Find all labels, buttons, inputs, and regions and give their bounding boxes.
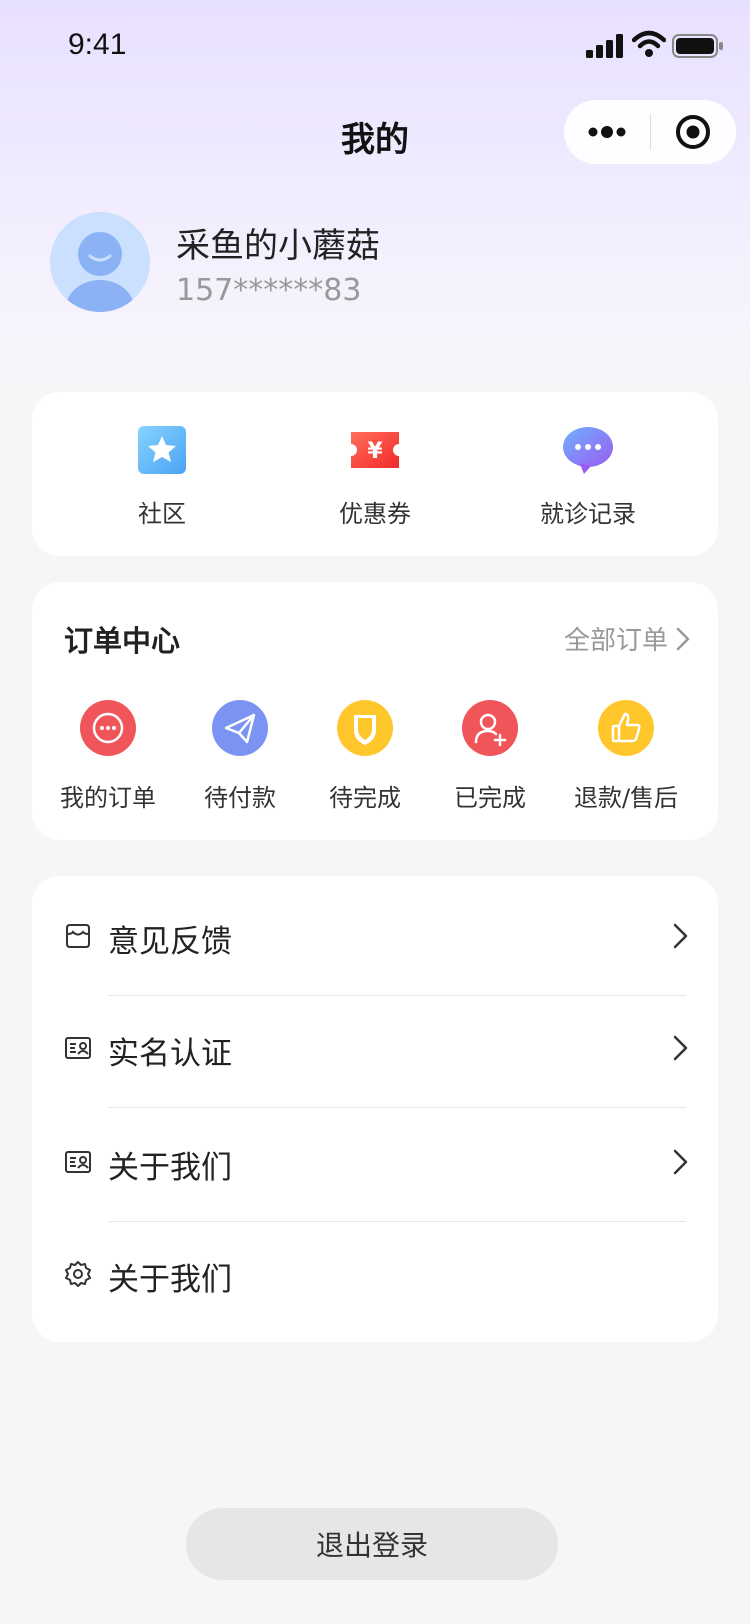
order-completed[interactable]: 已完成 [428, 700, 552, 813]
chevron-right-icon [673, 1035, 688, 1061]
order-center-title: 订单中心 [64, 624, 181, 658]
cellular-signal-icon [586, 34, 623, 58]
avatar-person-icon [66, 232, 134, 312]
order-my-orders[interactable]: 我的订单 [46, 700, 170, 813]
order-pending-payment[interactable]: 待付款 [178, 700, 302, 813]
quick-link-coupon[interactable]: ¥ 优惠券 [295, 424, 455, 529]
paper-plane-icon [212, 700, 268, 756]
message-icon [80, 700, 136, 756]
order-item-label: 待完成 [329, 784, 401, 812]
order-item-label: 我的订单 [60, 784, 156, 812]
menu-item-about-us-settings[interactable]: 关于我们 [32, 1216, 718, 1328]
close-miniprogram-button[interactable] [651, 100, 737, 164]
user-name: 采鱼的小蘑菇 [176, 226, 380, 266]
order-item-label: 待付款 [204, 784, 276, 812]
miniprogram-capsule [564, 100, 736, 164]
settings-gear-icon [65, 1261, 91, 1287]
order-to-complete[interactable]: 待完成 [303, 700, 427, 813]
coupon-yen-icon: ¥ [351, 432, 399, 468]
quick-link-label: 优惠券 [339, 500, 411, 528]
chevron-right-icon [676, 627, 690, 650]
order-center-card: 订单中心 全部订单 我的订单 待付款 待完成 已完成 退款/售后 [32, 582, 718, 840]
shield-icon [337, 700, 393, 756]
menu-item-label: 意见反馈 [108, 924, 232, 960]
more-button[interactable] [564, 100, 650, 164]
feedback-box-icon [66, 924, 90, 948]
battery-icon [672, 34, 723, 58]
chat-bubble-icon [563, 427, 613, 474]
menu-item-label: 关于我们 [108, 1262, 232, 1298]
thumbs-up-icon [598, 700, 654, 756]
order-item-label: 退款/售后 [573, 784, 679, 812]
avatar[interactable] [50, 212, 150, 312]
quick-link-label: 就诊记录 [540, 500, 636, 528]
all-orders-link[interactable]: 全部订单 [564, 620, 690, 657]
order-item-label: 已完成 [454, 784, 526, 812]
id-card-icon [65, 1151, 91, 1173]
settings-menu-card: 意见反馈 实名认证 关于我们 关于我们 [32, 876, 718, 1342]
menu-item-about-us[interactable]: 关于我们 [32, 1104, 718, 1216]
menu-item-real-name-verification[interactable]: 实名认证 [32, 990, 718, 1102]
user-phone: 157******83 [176, 273, 362, 308]
order-refund-after-sales[interactable]: 退款/售后 [564, 700, 688, 813]
user-add-icon [462, 700, 518, 756]
id-card-icon [65, 1037, 91, 1059]
target-circle-icon [676, 115, 711, 149]
chevron-right-icon [673, 923, 688, 949]
all-orders-label: 全部订单 [563, 626, 668, 656]
quick-link-medical-records[interactable]: 就诊记录 [508, 424, 668, 529]
logout-button[interactable]: 退出登录 [186, 1508, 558, 1580]
svg-text:¥: ¥ [367, 439, 383, 464]
menu-item-feedback[interactable]: 意见反馈 [32, 878, 718, 990]
quick-link-community[interactable]: 社区 [82, 424, 242, 529]
status-bar: 9:41 [0, 0, 750, 90]
quick-link-label: 社区 [138, 500, 186, 528]
more-dots-icon [588, 126, 626, 138]
wifi-icon [632, 30, 666, 57]
quick-links-card: 社区 ¥ 优惠券 就诊记录 [32, 392, 718, 556]
menu-item-label: 实名认证 [108, 1036, 232, 1072]
chevron-right-icon [673, 1149, 688, 1175]
menu-item-label: 关于我们 [108, 1150, 232, 1186]
star-card-icon [138, 426, 186, 474]
status-time: 9:41 [68, 28, 127, 61]
